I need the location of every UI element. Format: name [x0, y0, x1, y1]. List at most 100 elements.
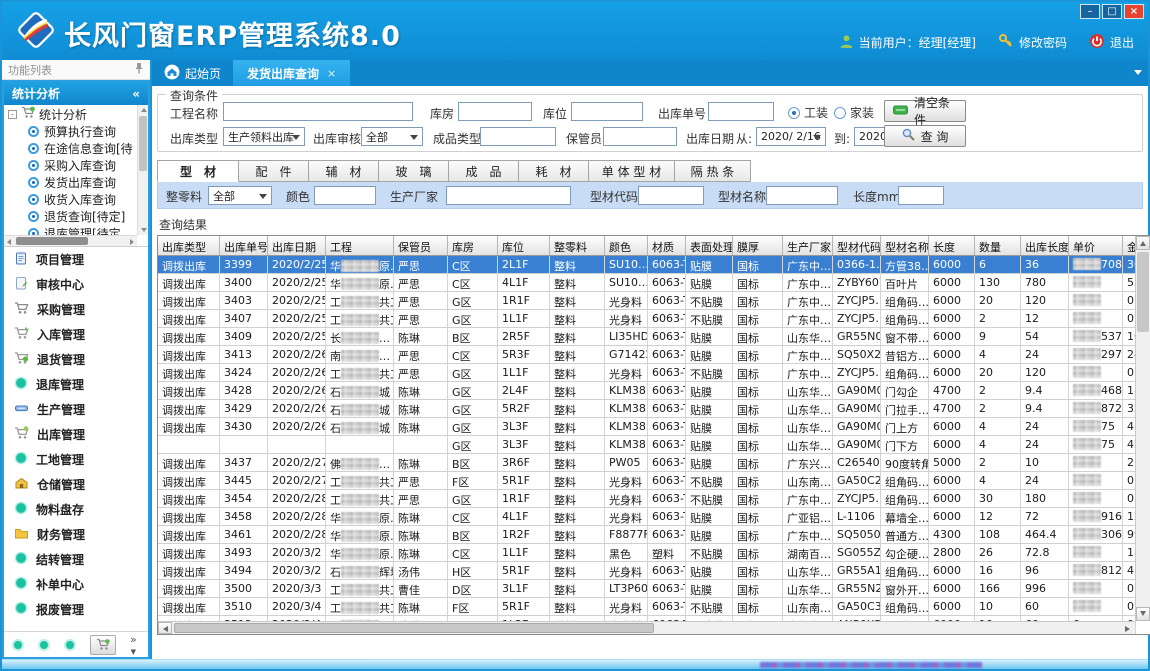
- tree-item[interactable]: 发货出库查询: [4, 174, 137, 191]
- table-row[interactable]: 调拨出库34032020/2/25工共工程严思G区1R1F整料光身料6063-T…: [158, 292, 1136, 310]
- table-row[interactable]: 调拨出库34612020/2/28华原…陈琳B区1R2F整料F8877FT606…: [158, 526, 1136, 544]
- table-vertical-scrollbar[interactable]: [1135, 236, 1150, 621]
- tab-list-dropdown-icon[interactable]: [1134, 70, 1142, 75]
- tree-root-statistics[interactable]: - 统计分析: [4, 105, 137, 123]
- table-horizontal-scrollbar[interactable]: [158, 621, 1135, 634]
- sidebar-item-采购管理[interactable]: 采购管理: [4, 297, 148, 322]
- table-row[interactable]: 调拨出库34242020/2/26工共工程严思G区1L1F整料光身料6063-T…: [158, 364, 1136, 382]
- sidebar-item-入库管理[interactable]: 入库管理: [4, 322, 148, 347]
- material-tab-辅材[interactable]: 辅 材: [309, 160, 379, 182]
- tab-close-icon[interactable]: ×: [327, 67, 336, 80]
- column-header-型材名称[interactable]: 型材名称: [881, 236, 929, 255]
- tree-item[interactable]: 采购入库查询: [4, 157, 137, 174]
- material-tab-隔热条[interactable]: 隔 热 条: [675, 160, 751, 182]
- tree-item[interactable]: 收货入库查询: [4, 191, 137, 208]
- profile-code-input[interactable]: [638, 186, 704, 205]
- tree-item[interactable]: 预算执行查询: [4, 123, 137, 140]
- sidebar-item-补单中心[interactable]: 补单中心: [4, 572, 148, 597]
- date-from-picker[interactable]: 2020/ 2/16: [756, 127, 826, 146]
- material-tab-单体型材[interactable]: 单 体 型 材: [589, 160, 675, 182]
- table-row[interactable]: 调拨出库34282020/2/26石城陈琳G区2L4F整料KLM38176063…: [158, 382, 1136, 400]
- column-header-保管员[interactable]: 保管员: [394, 236, 448, 255]
- tab-shipping-outbound-query[interactable]: 发货出库查询 ×: [233, 60, 350, 86]
- length-input[interactable]: [898, 186, 944, 205]
- location-input[interactable]: [571, 102, 643, 121]
- column-header-膜厚[interactable]: 膜厚: [733, 236, 783, 255]
- table-row[interactable]: 调拨出库35002020/3/3工共工程曹佳D区3L1F整料LT3P606063…: [158, 580, 1136, 598]
- column-header-长度[interactable]: 长度: [929, 236, 975, 255]
- factory-input[interactable]: [446, 186, 571, 205]
- column-header-表面处理[interactable]: 表面处理: [686, 236, 733, 255]
- close-button[interactable]: ×: [1124, 4, 1144, 19]
- column-header-生产厂家[interactable]: 生产厂家: [783, 236, 833, 255]
- sidebar-item-审核中心[interactable]: 审核中心: [4, 272, 148, 297]
- profile-name-input[interactable]: [766, 186, 838, 205]
- table-row[interactable]: 调拨出库34582020/2/28华原…陈琳C区4L1F整料光身料6063-T5…: [158, 508, 1136, 526]
- out-audit-combobox[interactable]: 全部: [361, 127, 423, 146]
- sidebar-item-结转管理[interactable]: 结转管理: [4, 547, 148, 572]
- column-header-出库类型[interactable]: 出库类型: [158, 236, 220, 255]
- table-row[interactable]: 调拨出库34542020/2/28工共工程严思G区1R1F整料光身料6063-T…: [158, 490, 1136, 508]
- table-row[interactable]: 调拨出库34092020/2/25长…陈琳B区2R5F整料LI35HD6063-…: [158, 328, 1136, 346]
- tab-home[interactable]: 起始页: [152, 60, 233, 86]
- collapse-icon[interactable]: «: [132, 87, 140, 101]
- out-type-combobox[interactable]: 生产领料出库: [223, 127, 305, 146]
- maximize-button[interactable]: □: [1102, 4, 1122, 19]
- table-row[interactable]: 调拨出库34002020/2/25华原…严思C区4L1F整料SU10…6063-…: [158, 274, 1136, 292]
- column-header-出库长度[interactable]: 出库长度: [1021, 236, 1069, 255]
- sidebar-item-仓储管理[interactable]: 仓储管理: [4, 472, 148, 497]
- radio-gongzhuang[interactable]: 工装: [788, 104, 828, 121]
- nav-cart-button[interactable]: [90, 635, 116, 655]
- sidebar-item-项目管理[interactable]: 项目管理: [4, 247, 148, 272]
- section-header-statistics[interactable]: 统计分析 «: [4, 82, 148, 105]
- column-header-出库日期[interactable]: 出库日期: [268, 236, 326, 255]
- column-header-数量[interactable]: 数量: [975, 236, 1021, 255]
- nav-dot-icon[interactable]: [38, 639, 50, 651]
- sidebar-item-财务管理[interactable]: 财务管理: [4, 522, 148, 547]
- material-tab-玻璃[interactable]: 玻 璃: [379, 160, 449, 182]
- pin-icon[interactable]: [134, 62, 144, 77]
- tree-item[interactable]: 退库管理[待定: [4, 225, 137, 235]
- table-row[interactable]: 调拨出库34452020/2/27工共工程严思F区5R1F整料光身料6063-T…: [158, 472, 1136, 490]
- order-no-input[interactable]: [708, 102, 774, 121]
- table-row[interactable]: 调拨出库34072020/2/25工共工程严思G区1L1F整料光身料6063-T…: [158, 310, 1136, 328]
- zhengling-combobox[interactable]: 全部: [208, 186, 272, 205]
- clear-conditions-button[interactable]: 清空条件: [884, 100, 966, 122]
- search-button[interactable]: 查 询: [884, 125, 966, 147]
- material-tab-成品[interactable]: 成 品: [449, 160, 519, 182]
- column-header-材质[interactable]: 材质: [648, 236, 686, 255]
- more-options-button[interactable]: »▼: [130, 634, 137, 656]
- tree-horizontal-scrollbar[interactable]: [4, 235, 137, 246]
- sidebar-item-工地管理[interactable]: 工地管理: [4, 447, 148, 472]
- column-header-颜色[interactable]: 颜色: [605, 236, 648, 255]
- table-row[interactable]: 调拨出库34302020/2/26石城陈琳G区3L3F整料KLM38176063…: [158, 418, 1136, 436]
- nav-dot-icon[interactable]: [12, 639, 24, 651]
- nav-dot-icon[interactable]: [64, 639, 76, 651]
- column-header-型材代码[interactable]: 型材代码: [833, 236, 881, 255]
- material-tab-配件[interactable]: 配 件: [239, 160, 309, 182]
- column-header-出库单号[interactable]: 出库单号: [220, 236, 268, 255]
- radio-jiazhuang[interactable]: 家装: [834, 104, 874, 121]
- warehouse-input[interactable]: [458, 102, 532, 121]
- table-row[interactable]: 调拨出库33992020/2/25华原…严思C区2L1F整料SU10…6063-…: [158, 256, 1136, 274]
- sidebar-item-退库管理[interactable]: 退库管理: [4, 372, 148, 397]
- column-header-整零料[interactable]: 整零料: [550, 236, 605, 255]
- sidebar-item-物料盘存[interactable]: 物料盘存: [4, 497, 148, 522]
- tree-item[interactable]: 在途信息查询[待: [4, 140, 137, 157]
- minimize-button[interactable]: –: [1080, 4, 1100, 19]
- project-name-input[interactable]: [223, 102, 413, 121]
- table-row[interactable]: 调拨出库34132020/2/26南…严思C区5R3F整料G714226063-…: [158, 346, 1136, 364]
- sidebar-item-出库管理[interactable]: 出库管理: [4, 422, 148, 447]
- table-row[interactable]: 调拨出库34932020/3/2华原…陈琳C区1L1F整料黑色塑料不贴膜国标湖南…: [158, 544, 1136, 562]
- change-password-button[interactable]: 修改密码: [998, 33, 1067, 52]
- sidebar-item-退货管理[interactable]: 退货管理: [4, 347, 148, 372]
- material-tab-耗材[interactable]: 耗 材: [519, 160, 589, 182]
- column-header-单价[interactable]: 单价: [1069, 236, 1123, 255]
- tree-vertical-scrollbar[interactable]: [137, 105, 148, 235]
- logout-button[interactable]: 退出: [1089, 33, 1134, 52]
- column-header-库房[interactable]: 库房: [448, 236, 498, 255]
- sidebar-item-生产管理[interactable]: 生产管理: [4, 397, 148, 422]
- tree-expander-icon[interactable]: -: [8, 110, 17, 119]
- table-row[interactable]: 调拨出库35102020/3/4工共工程陈琳F区5R1F整料光身料6063-T5…: [158, 598, 1136, 616]
- table-row[interactable]: 调拨出库34292020/2/26石城陈琳G区5R2F整料KLM38176063…: [158, 400, 1136, 418]
